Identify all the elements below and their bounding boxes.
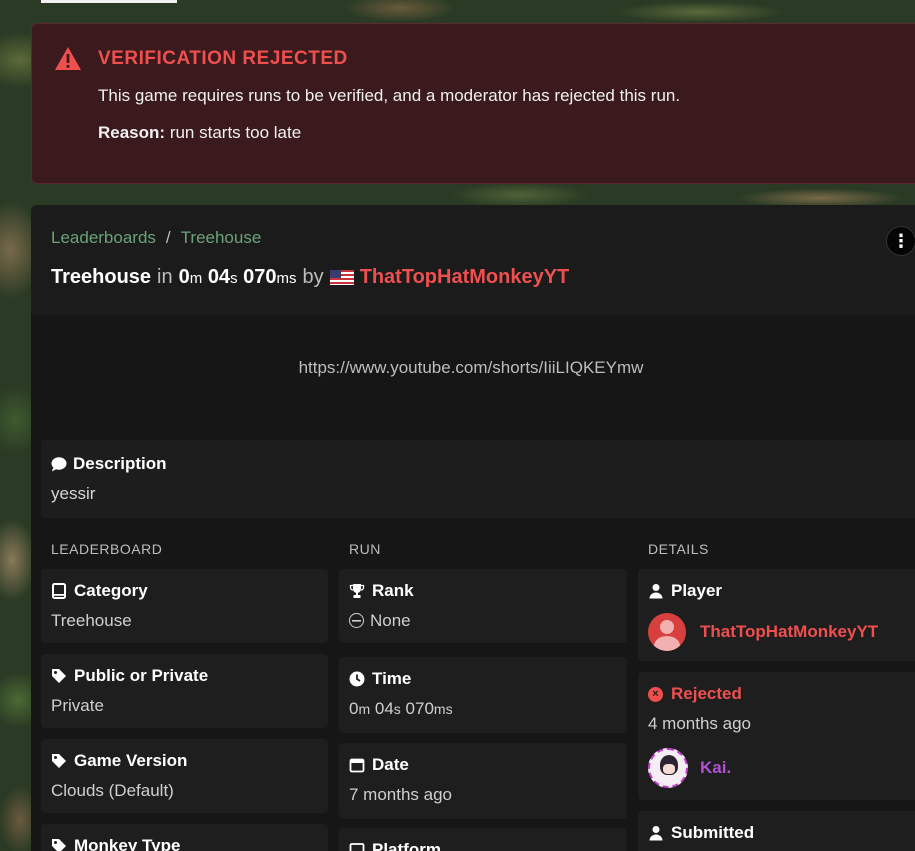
run-header: Leaderboards / Treehouse Treehouse in 0m… — [31, 205, 915, 315]
submitted-box: Submitted — [638, 811, 915, 851]
category-box: Category Treehouse — [41, 569, 328, 643]
video-area: https://www.youtube.com/shorts/IiiLIQKEY… — [31, 315, 915, 440]
run-column-header: RUN — [349, 541, 381, 557]
platform-label: Platform — [372, 840, 441, 851]
warning-icon — [55, 47, 81, 70]
alert-reason: Reason: run starts too late — [98, 123, 908, 143]
category-label: Category — [74, 581, 148, 600]
game-version-box: Game Version Clouds (Default) — [41, 739, 328, 813]
rank-value: None — [349, 611, 617, 631]
nav-tab-underline — [41, 0, 177, 3]
title-by: by — [302, 266, 324, 288]
monitor-icon — [349, 843, 365, 851]
public-private-box: Public or Private Private — [41, 654, 328, 728]
platform-box: Platform — [339, 828, 627, 851]
player-box: Player ThatTopHatMonkeyYT — [638, 569, 915, 661]
game-version-label: Game Version — [74, 751, 188, 770]
date-value: 7 months ago — [349, 785, 453, 804]
no-entry-icon — [349, 613, 364, 628]
more-options-button[interactable]: ⋮ — [886, 226, 915, 256]
rank-label: Rank — [372, 581, 414, 600]
date-box: Date 7 months ago — [339, 743, 627, 819]
user-icon — [649, 584, 663, 599]
time-value: 0m 04s 070ms — [349, 699, 453, 718]
public-private-label: Public or Private — [74, 666, 209, 685]
player-avatar[interactable] — [648, 613, 686, 651]
details-column-header: DETAILS — [648, 541, 709, 557]
rank-text: None — [370, 611, 411, 630]
breadcrumb-leaderboards[interactable]: Leaderboards — [51, 228, 156, 248]
public-private-value: Private — [51, 696, 104, 715]
trophy-icon — [349, 584, 365, 598]
status-label: Rejected — [671, 684, 742, 703]
leaderboard-column-header: LEADERBOARD — [51, 541, 163, 557]
description-box: Description yessir — [41, 440, 915, 518]
page-title: Treehouse in 0m 04s 070ms by ThatTopHatM… — [51, 266, 911, 289]
title-game[interactable]: Treehouse — [51, 266, 151, 289]
tag-icon — [52, 839, 66, 851]
player-name-link[interactable]: ThatTopHatMonkeyYT — [700, 622, 878, 642]
x-circle-icon: × — [648, 686, 663, 702]
tag-icon — [52, 754, 66, 768]
reason-label: Reason: — [98, 123, 166, 142]
vertical-dots-icon: ⋮ — [892, 231, 910, 251]
monkey-type-label: Monkey Type — [74, 836, 181, 851]
video-link[interactable]: https://www.youtube.com/shorts/IiiLIQKEY… — [299, 358, 644, 378]
time-box: Time 0m 04s 070ms — [339, 657, 627, 733]
description-label: Description — [73, 454, 167, 473]
reason-text: run starts too late — [169, 123, 302, 142]
alert-message: This game requires runs to be verified, … — [98, 86, 681, 105]
verification-status-box: × Rejected 4 months ago Kai. — [638, 672, 915, 800]
moderator-avatar[interactable] — [648, 748, 688, 788]
breadcrumb-separator: / — [165, 228, 171, 247]
run-card: Leaderboards / Treehouse Treehouse in 0m… — [31, 205, 915, 851]
breadcrumb: Leaderboards / Treehouse — [51, 228, 911, 248]
rank-box: Rank None — [339, 569, 627, 643]
alert-title: VERIFICATION REJECTED — [98, 48, 348, 69]
title-time: 0m 04s 070ms — [178, 266, 297, 288]
game-version-value: Clouds (Default) — [51, 781, 174, 800]
player-label: Player — [671, 581, 723, 600]
verification-alert: VERIFICATION REJECTED This game requires… — [31, 23, 915, 184]
calendar-icon — [349, 758, 365, 773]
status-time: 4 months ago — [648, 714, 752, 733]
moderator-name-link[interactable]: Kai. — [700, 758, 731, 778]
description-text: yessir — [51, 484, 96, 503]
breadcrumb-treehouse[interactable]: Treehouse — [181, 228, 262, 248]
tag-icon — [52, 669, 66, 683]
monkey-type-box: Monkey Type — [41, 824, 328, 851]
book-icon — [52, 583, 66, 599]
submitted-label: Submitted — [671, 823, 755, 842]
us-flag-icon — [329, 270, 354, 285]
comment-icon — [51, 457, 67, 472]
date-label: Date — [372, 755, 409, 774]
time-label: Time — [372, 669, 412, 688]
user-icon — [649, 826, 663, 841]
category-value[interactable]: Treehouse — [51, 611, 318, 631]
title-in: in — [157, 266, 173, 288]
description-heading: Description — [51, 454, 915, 474]
runner-link[interactable]: ThatTopHatMonkeyYT — [360, 266, 570, 289]
clock-icon — [349, 671, 365, 687]
